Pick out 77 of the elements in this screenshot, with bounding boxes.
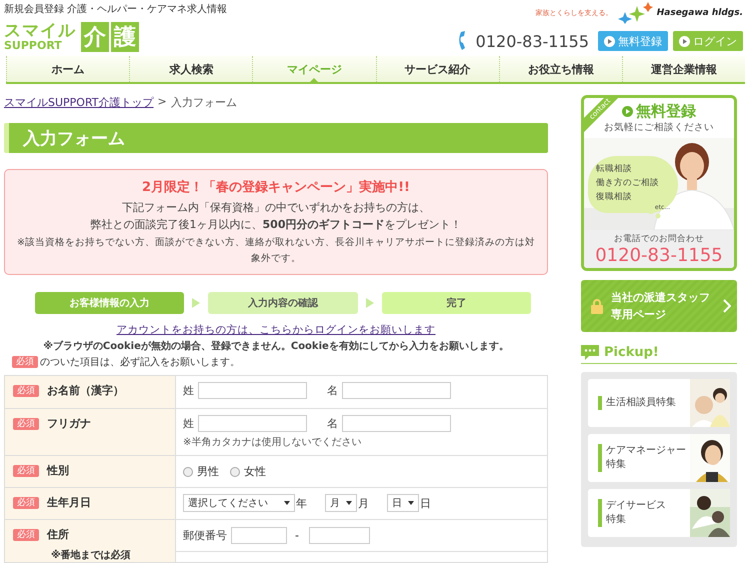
- chevron-icon: [723, 299, 731, 313]
- field-label: 郵便番号: [183, 528, 227, 543]
- required-badge: 必須: [13, 418, 39, 430]
- caret-icon: [284, 501, 290, 505]
- caret-icon: [346, 501, 352, 505]
- field-label: お名前（漢字）: [47, 383, 124, 398]
- group-name: Hasegawa hldgs.: [656, 8, 743, 18]
- chat-icon: [581, 345, 599, 360]
- option-label: 男性: [197, 464, 219, 479]
- field-label: 姓: [183, 383, 194, 398]
- select-field[interactable]: 月: [325, 494, 357, 512]
- field-label: フリガナ: [47, 416, 91, 431]
- text-field[interactable]: [231, 527, 287, 544]
- breadcrumb-link[interactable]: スマイルSUPPORT介護トップ: [4, 95, 154, 110]
- step-indicator: お客様情報の入力: [35, 292, 184, 314]
- phone-number: 0120-83-1155: [476, 32, 589, 50]
- text-field[interactable]: [308, 527, 370, 544]
- lock-icon: [591, 298, 603, 314]
- arrow-icon: [366, 298, 374, 308]
- caret-icon: [408, 501, 414, 505]
- step-indicator: 完了: [382, 292, 531, 314]
- required-notice: のついた項目は、必ず記入をお願いします。: [40, 356, 240, 369]
- text-field[interactable]: [342, 415, 451, 432]
- nav-tab[interactable]: サービス紹介: [376, 56, 499, 82]
- banner-title: 無料登録: [636, 102, 696, 121]
- pickup-card[interactable]: デイサービス 特集: [588, 489, 730, 537]
- breadcrumb-current: 入力フォーム: [170, 95, 237, 110]
- field-label: 生年月日: [47, 495, 91, 510]
- required-badge: 必須: [13, 496, 39, 508]
- stars-icon: [616, 2, 653, 24]
- breadcrumb-separator: >: [158, 95, 167, 110]
- banner-subtitle: お気軽にご相談ください: [603, 121, 715, 134]
- pickup-card[interactable]: 生活相談員特集: [588, 379, 730, 427]
- nav-tab[interactable]: ホーム: [6, 56, 130, 82]
- field-label: 名: [327, 416, 338, 431]
- field-hint: ※半角カタカナは使用しないでください: [183, 436, 362, 449]
- cookie-notice: ※ブラウザのCookieが無効の場合、登録できません。Cookieを有効にしてから入力をお願いします。: [42, 340, 510, 353]
- section-title: Pickup!: [604, 345, 659, 360]
- pickup-card[interactable]: ケアマネージャー 特集: [588, 434, 730, 482]
- campaign-title: 2月限定！「春の登録キャンペーン」実施中!!: [141, 178, 411, 196]
- required-badge: 必須: [13, 464, 39, 476]
- nav-tab[interactable]: 求人検索: [129, 56, 252, 82]
- arrow-icon: [192, 298, 200, 308]
- login-link[interactable]: アカウントをお持ちの方は、こちらからログインをお願いします: [116, 324, 436, 336]
- required-badge: 必須: [13, 528, 39, 540]
- phone-label: お電話でのお問合わせ: [613, 233, 705, 245]
- text-field[interactable]: [198, 382, 307, 399]
- select-field[interactable]: 選択してください: [183, 494, 295, 512]
- campaign-note: ※該当資格をお持ちでない方、面談ができない方、連絡が取れない方、長谷川キャリアサポートに登録済みの方は対象外です。: [16, 236, 536, 266]
- field-label: 姓: [183, 416, 194, 431]
- field-note: ※番地までは必須: [51, 548, 132, 562]
- text-field[interactable]: [198, 415, 307, 432]
- radio-button[interactable]: [183, 466, 193, 476]
- separator-text: -: [295, 529, 299, 542]
- tagline: 新規会員登録 介護・ヘルパー・ケアマネ求人情報: [4, 2, 228, 16]
- play-icon: [622, 106, 633, 117]
- campaign-text: 下記フォーム内「保有資格」の中でいずれかをお持ちの方は、 弊社との面談完了後1ヶ月以内に、500円分のギフトコードをプレゼント！: [90, 200, 462, 233]
- nav-tab[interactable]: お役立ち情報: [498, 56, 622, 82]
- option-label: 女性: [244, 464, 266, 479]
- unit-label: 年: [296, 496, 307, 510]
- required-badge: 必須: [13, 384, 39, 396]
- bubble-text: 転職相談 働き方のご相談 復職相談: [596, 163, 660, 204]
- field-label: 名: [327, 383, 338, 398]
- nav-tab[interactable]: 運営企業情報: [622, 56, 746, 82]
- field-label: 住所: [47, 527, 69, 542]
- step-indicator: 入力内容の確認: [208, 292, 358, 314]
- play-icon: [679, 36, 690, 46]
- field-label: 性別: [47, 463, 69, 478]
- radio-button[interactable]: [230, 466, 240, 476]
- page-title: 入力フォーム: [4, 123, 548, 153]
- play-icon: [604, 36, 615, 46]
- unit-label: 月: [358, 496, 369, 510]
- text-field[interactable]: [342, 382, 451, 399]
- unit-label: 日: [420, 496, 431, 510]
- required-badge: 必須: [12, 356, 38, 368]
- phone-number: 0120-83-1155: [594, 245, 724, 266]
- select-field[interactable]: 日: [387, 494, 419, 512]
